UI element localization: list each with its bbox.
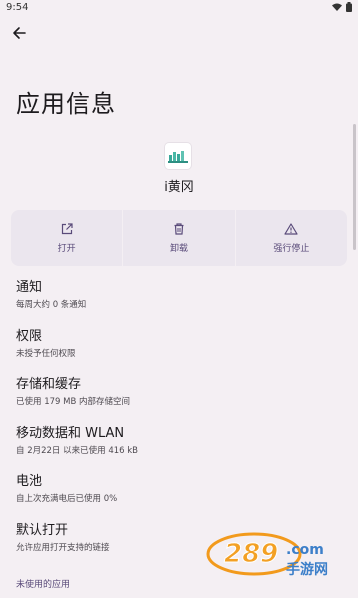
wifi-icon [332, 3, 342, 11]
setting-title: 移动数据和 WLAN [16, 425, 125, 441]
setting-title: 通知 [16, 280, 43, 295]
arrow-left-icon [13, 27, 26, 39]
svg-text:手游网: 手游网 [286, 561, 328, 578]
force-stop-button[interactable]: 强行停止 [234, 210, 347, 266]
uninstall-button[interactable]: 卸载 [122, 210, 234, 266]
setting-data-usage[interactable]: 移动数据和 WLAN 自 2月22日 以来已使用 416 kB [16, 426, 336, 475]
open-button-label: 打开 [57, 243, 76, 254]
trash-icon [174, 222, 184, 235]
app-name: i黄冈 [164, 180, 194, 195]
action-bar: 打开 卸载 强行停止 [11, 210, 347, 266]
setting-subtitle: 每周大约 0 条通知 [16, 300, 87, 310]
status-time: 9:54 [6, 2, 29, 13]
force-stop-button-label: 强行停止 [273, 243, 310, 254]
setting-battery[interactable]: 电池 自上次充满电后已使用 0% [16, 474, 336, 523]
warning-icon [284, 222, 298, 235]
setting-permissions[interactable]: 权限 未授予任何权限 [16, 329, 336, 378]
setting-subtitle: 已使用 179 MB 内部存储空间 [16, 397, 130, 407]
watermark-logo: 289 .com 手游网 [206, 532, 328, 578]
setting-storage[interactable]: 存储和缓存 已使用 179 MB 内部存储空间 [16, 377, 336, 426]
open-button[interactable]: 打开 [11, 210, 122, 266]
setting-subtitle: 未授予任何权限 [16, 348, 76, 359]
setting-notifications[interactable]: 通知 每周大约 0 条通知 [16, 280, 336, 329]
setting-title: 权限 [16, 328, 43, 344]
battery-icon [346, 2, 352, 12]
app-logo-icon [168, 151, 188, 163]
page-title: 应用信息 [16, 90, 116, 118]
setting-title: 电池 [16, 474, 43, 489]
setting-subtitle: 自上次充满电后已使用 0% [16, 494, 118, 504]
app-icon [165, 143, 191, 169]
setting-title: 存储和缓存 [16, 377, 82, 392]
uninstall-button-label: 卸载 [169, 243, 188, 254]
open-external-icon [61, 222, 73, 234]
back-button[interactable] [8, 22, 30, 44]
unused-apps-link[interactable]: 未使用的应用 [16, 577, 70, 590]
svg-text:289: 289 [224, 539, 278, 569]
setting-subtitle: 自 2月22日 以来已使用 416 kB [16, 445, 139, 456]
status-bar: 9:54 [0, 0, 358, 16]
svg-text:.com: .com [286, 542, 324, 558]
status-icons [332, 2, 352, 12]
